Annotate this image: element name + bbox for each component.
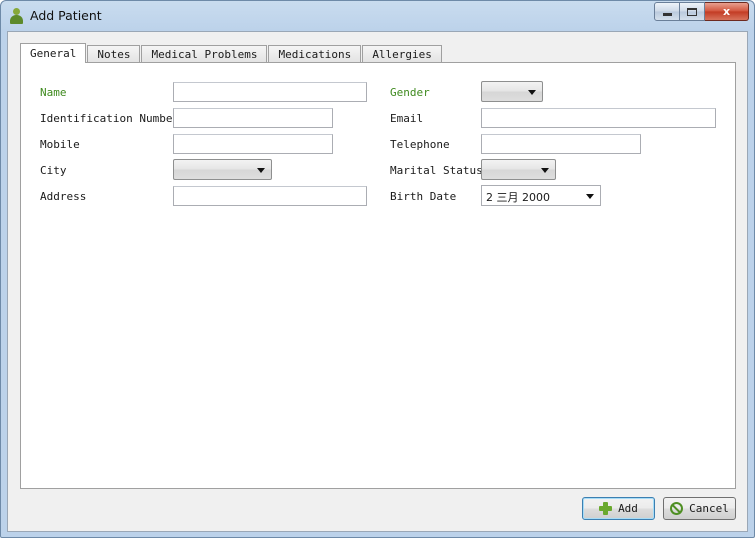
tab-medical-problems[interactable]: Medical Problems: [141, 45, 268, 63]
add-button-label: Add: [618, 502, 638, 515]
email-field[interactable]: [481, 108, 716, 128]
dialog-client-area: General Notes Medical Problems Medicatio…: [7, 31, 748, 532]
gender-label: Gender: [390, 86, 430, 99]
cancel-button[interactable]: Cancel: [663, 497, 736, 520]
tab-notes[interactable]: Notes: [87, 45, 141, 63]
chevron-down-icon: [257, 168, 265, 173]
general-tab-panel: Name Identification Number Mobile City A…: [20, 62, 736, 489]
minimize-button[interactable]: [654, 2, 680, 21]
close-icon: x: [722, 5, 731, 18]
birth-date-value: 2 三月 2000: [486, 191, 550, 204]
city-label: City: [40, 164, 67, 177]
chevron-down-icon: [541, 168, 549, 173]
add-button[interactable]: Add: [582, 497, 655, 520]
name-label: Name: [40, 86, 67, 99]
mobile-label: Mobile: [40, 138, 80, 151]
title-bar[interactable]: Add Patient x: [1, 1, 754, 29]
name-field[interactable]: [173, 82, 367, 102]
maximize-icon: [687, 7, 697, 16]
tab-general[interactable]: General: [20, 43, 87, 63]
minimize-icon: [662, 13, 672, 16]
chevron-down-icon[interactable]: [586, 194, 594, 199]
window-controls: x: [654, 2, 749, 21]
gender-dropdown[interactable]: [481, 81, 543, 102]
add-patient-window: Add Patient x General Notes Medical Prob…: [0, 0, 755, 538]
mobile-field[interactable]: [173, 134, 333, 154]
telephone-field[interactable]: [481, 134, 641, 154]
address-field[interactable]: [173, 186, 367, 206]
identification-number-label: Identification Number: [40, 112, 180, 125]
patient-icon: [10, 8, 23, 24]
tab-medications[interactable]: Medications: [268, 45, 362, 63]
address-label: Address: [40, 190, 87, 203]
plus-icon: [599, 502, 613, 515]
marital-status-label: Marital Status: [390, 164, 483, 177]
chevron-down-icon: [528, 90, 536, 95]
city-dropdown[interactable]: [173, 159, 272, 180]
email-label: Email: [390, 112, 424, 125]
tab-allergies[interactable]: Allergies: [362, 45, 442, 63]
window-title: Add Patient: [30, 8, 102, 23]
maximize-button[interactable]: [680, 2, 705, 21]
identification-number-field[interactable]: [173, 108, 333, 128]
marital-status-dropdown[interactable]: [481, 159, 556, 180]
cancel-icon: [670, 502, 684, 515]
tab-strip: General Notes Medical Problems Medicatio…: [20, 43, 443, 63]
cancel-button-label: Cancel: [689, 502, 729, 515]
close-button[interactable]: x: [705, 2, 749, 21]
birth-date-picker[interactable]: 2 三月 2000: [481, 185, 601, 206]
birth-date-label: Birth Date: [390, 190, 457, 203]
telephone-label: Telephone: [390, 138, 450, 151]
